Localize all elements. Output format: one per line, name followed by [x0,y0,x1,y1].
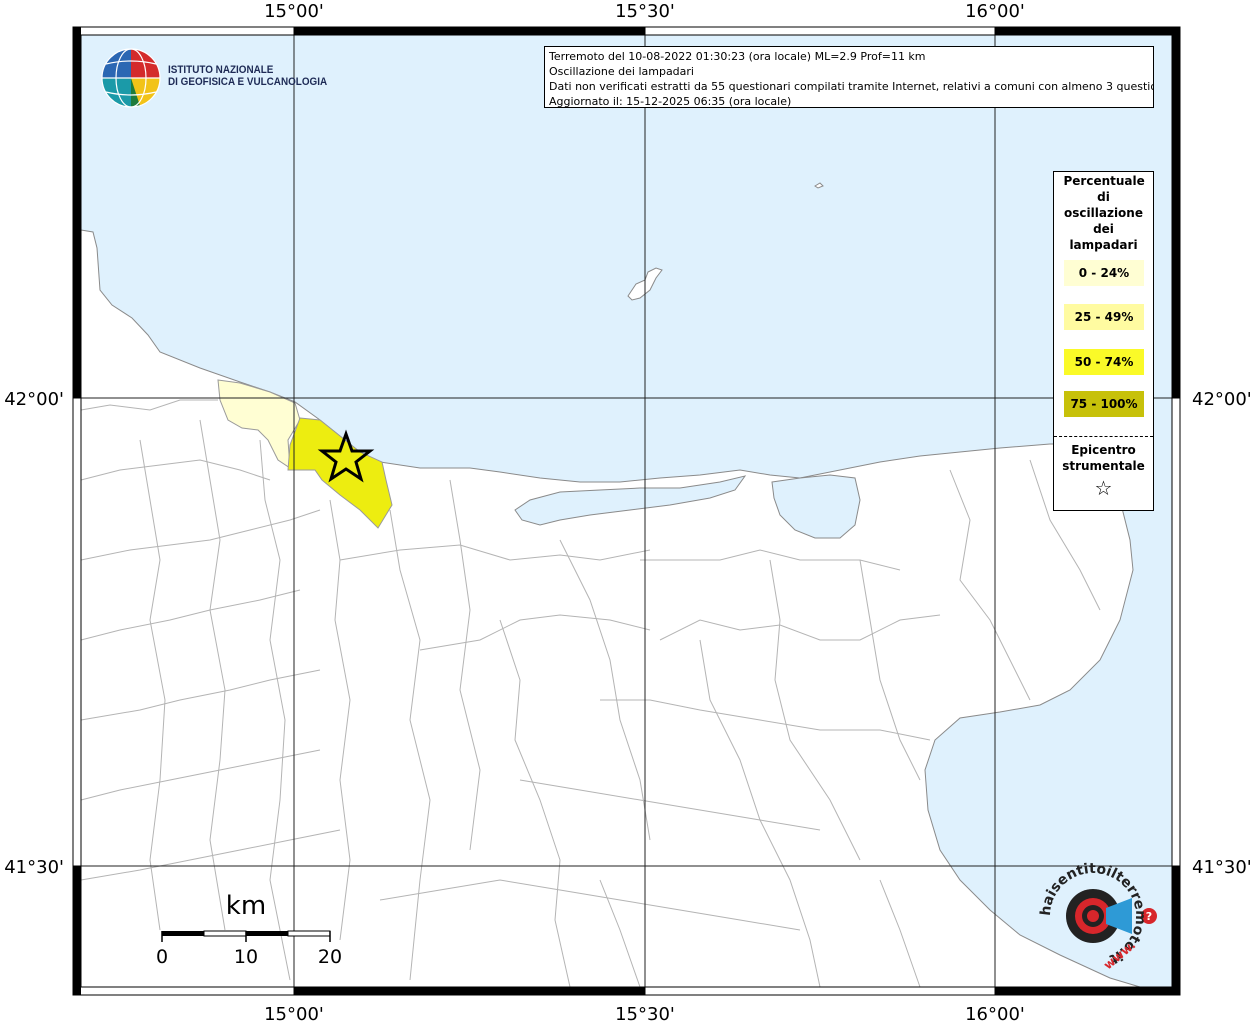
legend-class-2-label: 50 - 74% [1074,355,1134,369]
event-info-box: Terremoto del 10-08-2022 01:30:23 (ora l… [544,46,1154,108]
ingv-logo-line1: ISTITUTO NAZIONALE [168,64,274,76]
legend-class-3-label: 75 - 100% [1070,397,1138,411]
lon-label-bottom-1: 15°00' [264,1004,324,1024]
ingv-logo-line2: DI GEOFISICA E VULCANOLOGIA [168,76,328,88]
legend-title: Percentuale di oscillazione dei lampadar… [1063,174,1145,252]
scale-tick-20: 20 [318,946,342,968]
event-info-line1: Terremoto del 10-08-2022 01:30:23 (ora l… [549,50,926,63]
lat-label-right-2: 41°30' [1192,857,1252,878]
lon-label-bottom-3: 16°00' [965,1004,1025,1024]
lon-label-bottom-2: 15°30' [615,1004,675,1024]
ingv-logo-icon [101,48,161,108]
legend-separator [1054,436,1153,437]
event-info-line3: Dati non verificati estratti da 55 quest… [549,80,1154,93]
legend-class-1: 25 - 49% [1064,304,1144,330]
lon-label-top-1: 15°00' [264,1,324,22]
lat-label-left-2: 41°30' [4,857,64,878]
legend: Percentuale di oscillazione dei lampadar… [1053,171,1154,511]
legend-epicenter-label: Epicentro strumentale [1062,443,1145,473]
legend-class-3: 75 - 100% [1064,391,1144,417]
legend-epicenter: Epicentro strumentale ☆ [1054,442,1153,500]
event-info-line2: Oscillazione dei lampadari [549,65,694,78]
event-info-line4: Aggiornato il: 15-12-2025 06:35 (ora loc… [549,95,792,108]
lat-label-right-1: 42°00' [1192,389,1252,410]
lat-label-left-1: 42°00' [4,389,64,410]
ingv-logo-text: ISTITUTO NAZIONALE DI GEOFISICA E VULCAN… [168,64,327,88]
legend-class-2: 50 - 74% [1064,349,1144,375]
legend-class-0-label: 0 - 24% [1078,266,1130,280]
scale-tick-0: 0 [156,946,168,968]
legend-class-0: 0 - 24% [1064,260,1144,286]
lon-label-top-3: 16°00' [965,1,1025,22]
scale-unit: km [226,891,266,921]
scale-tick-10: 10 [234,946,258,968]
legend-class-1-label: 25 - 49% [1074,310,1134,324]
map: 15°00' 15°30' 16°00' 15°00' 15°30' 16°00… [4,1,1252,1024]
legend-star-icon: ☆ [1094,476,1113,500]
lon-label-top-2: 15°30' [615,1,675,22]
